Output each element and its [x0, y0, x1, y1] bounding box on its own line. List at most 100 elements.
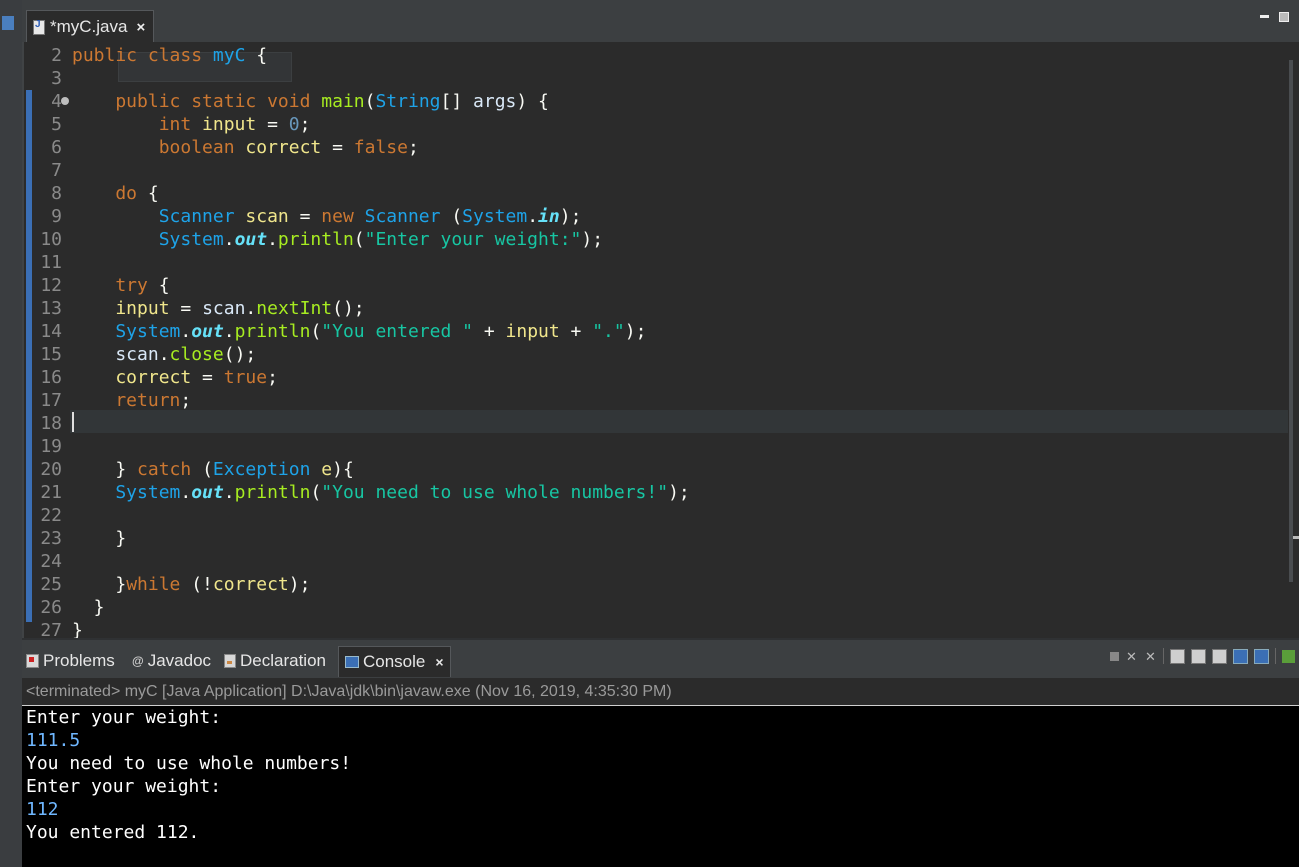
code-text: System.out.println("You entered " + inpu…: [72, 320, 646, 343]
console-output[interactable]: <terminated> myC [Java Application] D:\J…: [22, 678, 1299, 867]
code-text: scan.close();: [72, 343, 256, 366]
code-token: System: [462, 206, 528, 227]
code-token: close: [169, 344, 224, 365]
code-text: input = scan.nextInt();: [72, 297, 365, 320]
code-token: {: [158, 275, 170, 296]
code-token: .: [180, 321, 192, 342]
code-token: (: [364, 91, 376, 112]
fold-toggle-icon[interactable]: [61, 97, 69, 105]
code-token: (: [310, 321, 322, 342]
tab-problems[interactable]: Problems: [26, 646, 115, 676]
code-token: nextInt: [256, 298, 333, 319]
code-token: ;: [180, 390, 192, 411]
code-token: void: [267, 91, 322, 112]
tab-javadoc[interactable]: @ Javadoc: [132, 646, 211, 676]
code-token: "You need to use whole numbers!": [321, 482, 669, 503]
toolbar-separator: [1163, 648, 1164, 664]
code-token: =: [321, 137, 354, 158]
trim-icon[interactable]: [2, 16, 14, 30]
terminate-icon[interactable]: [1110, 651, 1119, 661]
code-token: {: [147, 183, 159, 204]
code-token: false: [353, 137, 408, 158]
tab-console[interactable]: Console ×: [338, 646, 451, 677]
close-icon[interactable]: ×: [136, 19, 145, 36]
console-output-line: Enter your weight:: [26, 776, 222, 797]
remove-all-launches-icon[interactable]: ✕: [1144, 650, 1157, 663]
code-token: +: [473, 321, 506, 342]
code-text: }: [72, 619, 83, 638]
code-token: .: [527, 206, 539, 227]
code-token: );: [288, 574, 311, 595]
code-token: ) {: [516, 91, 549, 112]
code-token: +: [559, 321, 593, 342]
code-token: .: [223, 482, 235, 503]
code-token: true: [223, 367, 268, 388]
maximize-icon[interactable]: [1279, 12, 1289, 22]
line-number: 27: [40, 620, 62, 638]
code-token: .: [180, 482, 192, 503]
code-token: );: [581, 229, 604, 250]
code-token: []: [440, 91, 474, 112]
line-number: 17: [40, 390, 62, 411]
code-token: input: [72, 298, 170, 319]
code-text: correct = true;: [72, 366, 278, 389]
code-token: }: [72, 620, 83, 638]
scroll-lock-icon[interactable]: [1191, 648, 1206, 664]
code-token: ".": [592, 321, 625, 342]
code-token: args: [473, 91, 517, 112]
code-token: return: [72, 390, 181, 411]
code-token: while: [126, 574, 192, 595]
line-number: 21: [40, 482, 62, 503]
code-token: correct: [212, 574, 289, 595]
code-token: (!: [191, 574, 213, 595]
code-token: scan: [202, 298, 246, 319]
code-token: {: [245, 45, 268, 66]
code-text: }: [72, 596, 105, 619]
code-token: input: [202, 114, 257, 135]
java-file-icon: [33, 19, 45, 35]
pin-console-icon[interactable]: [1282, 649, 1295, 663]
tab-declaration[interactable]: Declaration: [224, 646, 326, 676]
line-number: 8: [51, 183, 62, 204]
code-token: .: [245, 298, 257, 319]
console-output-line: You entered 112.: [26, 822, 200, 843]
line-number: 15: [40, 344, 62, 365]
line-number: 19: [40, 436, 62, 457]
show-on-output-icon[interactable]: [1233, 648, 1248, 664]
declaration-icon: [224, 654, 236, 668]
remove-launch-icon[interactable]: ✕: [1125, 650, 1138, 663]
tab-myc-java[interactable]: *myC.java ×: [26, 10, 155, 43]
code-token: ){: [332, 459, 354, 480]
code-token: scan: [72, 344, 159, 365]
code-token: ;: [407, 137, 419, 158]
line-number: 16: [40, 367, 62, 388]
problems-icon: [26, 654, 39, 668]
code-token: "You entered ": [321, 321, 473, 342]
code-token: );: [624, 321, 647, 342]
line-number: 24: [40, 551, 62, 572]
minimize-icon[interactable]: [1260, 15, 1269, 18]
code-token: boolean: [72, 137, 246, 158]
word-wrap-icon[interactable]: [1212, 648, 1227, 664]
code-token: myC: [212, 45, 246, 66]
overview-ruler-mark[interactable]: [1293, 536, 1299, 539]
code-editor[interactable]: 2 public class myC {3 4 public static void…: [22, 42, 1299, 638]
code-text: public class myC {: [72, 44, 267, 67]
show-on-error-icon[interactable]: [1254, 648, 1269, 664]
code-token: System: [72, 482, 181, 503]
close-icon[interactable]: ×: [435, 654, 443, 670]
line-number: 14: [40, 321, 62, 342]
code-token: out: [234, 229, 268, 250]
code-token: 0: [288, 114, 300, 135]
code-token: );: [559, 206, 582, 227]
code-token: }: [72, 574, 127, 595]
code-token: ();: [332, 298, 365, 319]
code-token: main: [321, 91, 365, 112]
vertical-scrollbar[interactable]: [1289, 60, 1293, 582]
line-number: 3: [51, 68, 62, 89]
clear-console-icon[interactable]: [1170, 648, 1185, 664]
code-text: int input = 0;: [72, 113, 311, 136]
code-token: Scanner: [72, 206, 246, 227]
code-token: correct: [245, 137, 322, 158]
line-number: 11: [40, 252, 62, 273]
